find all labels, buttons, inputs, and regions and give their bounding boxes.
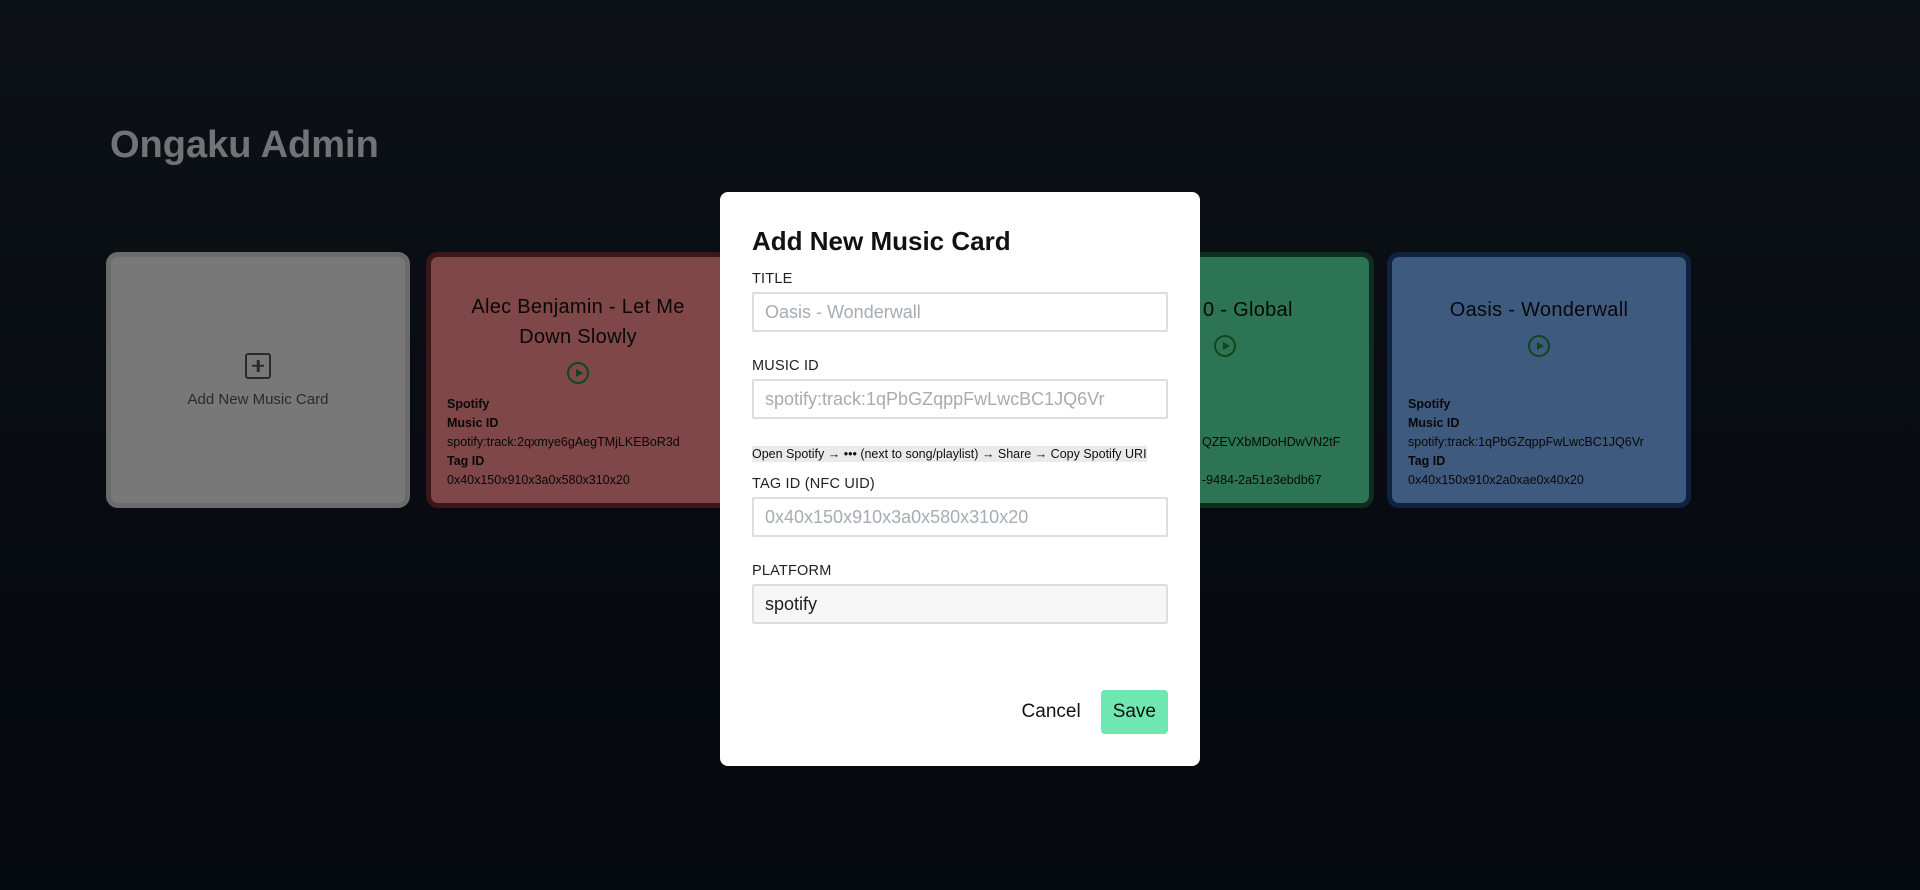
platform-input[interactable] (752, 584, 1168, 624)
music-id-hint: Open Spotify → ••• (next to song/playlis… (752, 446, 1147, 462)
title-label: TITLE (752, 271, 793, 287)
tag-id-input[interactable] (752, 497, 1168, 537)
cancel-button[interactable]: Cancel (1022, 701, 1081, 723)
dialog-actions: Cancel Save (1022, 690, 1168, 734)
save-button[interactable]: Save (1100, 690, 1168, 734)
music-id-label: MUSIC ID (752, 358, 819, 374)
dialog-title: Add New Music Card (752, 226, 1011, 256)
platform-label: PLATFORM (752, 563, 832, 579)
title-input[interactable] (752, 292, 1168, 332)
tag-id-label: TAG ID (NFC UID) (752, 476, 875, 492)
add-card-dialog: Add New Music Card TITLE MUSIC ID Open S… (720, 192, 1200, 766)
music-id-input[interactable] (752, 379, 1168, 419)
